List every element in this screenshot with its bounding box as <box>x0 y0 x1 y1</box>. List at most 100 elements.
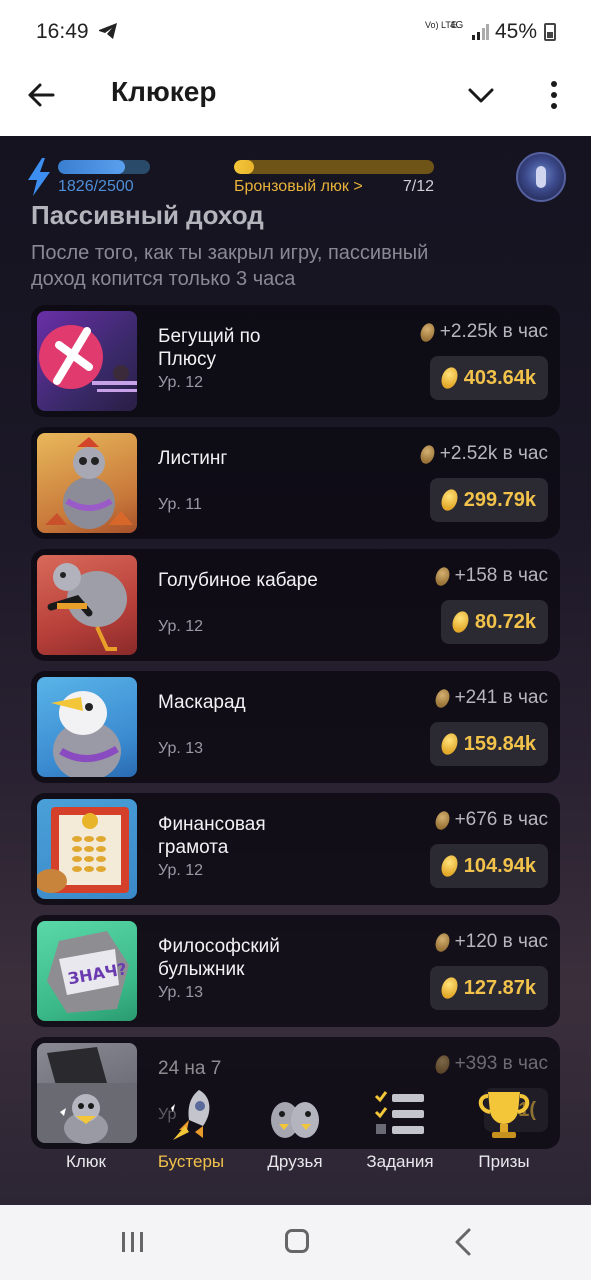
signal-icon <box>472 24 489 40</box>
back-arrow-icon[interactable] <box>26 80 56 110</box>
nav-label: Задания <box>366 1152 434 1171</box>
booster-card[interactable]: Бегущий по Плюсу Ур. 12 +2.25k в час 403… <box>31 305 560 417</box>
nav-item-kluk[interactable]: Клюк <box>31 1076 141 1196</box>
income-rate-text: +2.52k в час <box>439 443 548 464</box>
section-description: После того, как ты закрыл игру, пассивны… <box>31 242 429 290</box>
status-bar: 16:49 Vo) LTE 4G 45% <box>0 0 591 62</box>
gold-seed-icon <box>438 731 461 757</box>
nav-label: Бустеры <box>157 1152 225 1171</box>
chevron-down-icon[interactable] <box>466 84 496 106</box>
telegram-icon <box>99 23 117 39</box>
nav-item-tasks[interactable]: Задания <box>345 1076 455 1196</box>
gold-seed-icon <box>449 609 472 635</box>
income-rate: +241 в час <box>432 686 548 710</box>
battery-percent: 45% <box>495 20 538 43</box>
price-text: 127.87k <box>463 976 536 999</box>
booster-name: Листинг <box>158 448 228 469</box>
lightning-icon <box>28 158 50 196</box>
seed-icon <box>432 686 452 710</box>
nav-item-boosters[interactable]: Бустеры <box>136 1076 246 1196</box>
section-title: Пассивный доход <box>31 200 264 230</box>
seed-icon <box>432 808 452 832</box>
booster-card[interactable]: ЗНАЧ? Философский булыжник Ур. 13 +120 в… <box>31 915 560 1027</box>
tasks-icon <box>374 1091 424 1134</box>
booster-image <box>37 555 137 655</box>
booster-card[interactable]: Листинг Ур. 11 +2.52k в час 299.79k <box>31 427 560 539</box>
game-screen: 1826/2500 Бронзовый люк > 7/12 Пассивный… <box>0 136 591 1205</box>
booster-image <box>37 677 137 777</box>
booster-image <box>37 311 137 411</box>
buy-button[interactable]: 104.94k <box>429 844 548 888</box>
income-rate-text: +241 в час <box>454 687 548 708</box>
booster-card[interactable]: Маскарад Ур. 13 +241 в час 159.84k <box>31 671 560 783</box>
buy-button[interactable]: 403.64k <box>429 356 548 400</box>
energy-bar <box>58 160 150 174</box>
nav-label: Призы <box>478 1152 530 1171</box>
rank-progress-fill <box>234 160 254 174</box>
booster-level: Ур. 13 <box>158 984 204 1001</box>
buy-button[interactable]: 127.87k <box>429 966 548 1010</box>
seed-icon <box>417 442 437 466</box>
energy-bar-fill <box>58 160 126 174</box>
buy-button[interactable]: 299.79k <box>429 478 548 522</box>
booster-name: Философский булыжник <box>158 936 280 980</box>
income-rate-text: +158 в час <box>454 565 548 586</box>
booster-name: Бегущий по Плюсу <box>158 326 261 370</box>
bottom-navigation: Клюк Бустеры Друзья Задания Призы <box>0 1076 591 1196</box>
pigeon-icon <box>60 1094 108 1144</box>
booster-image <box>37 799 137 899</box>
income-rate: +2.25k в час <box>417 320 548 344</box>
recent-apps-icon[interactable] <box>120 1231 146 1253</box>
gold-seed-icon <box>438 365 461 391</box>
system-back-icon[interactable] <box>454 1228 472 1256</box>
income-rate: +393 в час <box>432 1052 548 1076</box>
income-rate-text: +2.25k в час <box>439 321 548 342</box>
booster-level: Ур. 13 <box>158 740 204 757</box>
booster-level: Ур. 12 <box>158 374 204 391</box>
booster-name: Голубиное кабаре <box>158 570 318 591</box>
avatar[interactable] <box>516 152 566 202</box>
booster-card[interactable]: Голубиное кабаре Ур. 12 +158 в час 80.72… <box>31 549 560 661</box>
gold-seed-icon <box>438 975 461 1001</box>
income-rate: +2.52k в час <box>417 442 548 466</box>
app-title: Клюкер <box>111 76 217 107</box>
seed-icon <box>417 320 437 344</box>
booster-name: Маскарад <box>158 692 246 713</box>
booster-level: Ур. 11 <box>158 496 202 513</box>
seed-icon <box>432 930 452 954</box>
booster-name: Финансовая грамота <box>158 814 266 858</box>
income-rate-text: +120 в час <box>454 931 548 952</box>
income-rate: +158 в час <box>432 564 548 588</box>
seed-icon <box>432 1052 452 1076</box>
booster-level: Ур. 12 <box>158 862 204 879</box>
friends-icon <box>271 1102 319 1138</box>
nav-item-friends[interactable]: Друзья <box>240 1076 350 1196</box>
rank-link[interactable]: Бронзовый люк > <box>234 178 363 196</box>
app-bar: Клюкер <box>0 62 591 136</box>
buy-button[interactable]: 159.84k <box>429 722 548 766</box>
income-rate: +120 в час <box>432 930 548 954</box>
more-options-icon[interactable] <box>542 78 566 112</box>
booster-image: ЗНАЧ? <box>37 921 137 1021</box>
booster-card[interactable]: Финансовая грамота Ур. 12 +676 в час 104… <box>31 793 560 905</box>
rocket-icon <box>171 1090 210 1140</box>
nav-item-prizes[interactable]: Призы <box>449 1076 559 1196</box>
price-text: 80.72k <box>474 610 536 633</box>
price-text: 299.79k <box>463 488 536 511</box>
booster-level: Ур. 12 <box>158 618 204 635</box>
price-text: 104.94k <box>463 854 536 877</box>
battery-icon <box>544 23 556 41</box>
buy-button[interactable]: 80.72k <box>440 600 548 644</box>
seed-icon <box>432 564 452 588</box>
status-time: 16:49 <box>36 20 89 43</box>
income-rate-text: +676 в час <box>454 809 548 830</box>
energy-counter: 1826/2500 <box>58 178 134 195</box>
income-rate-text: +393 в час <box>454 1053 548 1074</box>
home-icon[interactable] <box>285 1229 309 1253</box>
network-type-label: 4G <box>450 20 464 31</box>
nav-label: Клюк <box>65 1152 106 1171</box>
price-text: 159.84k <box>463 732 536 755</box>
nav-label: Друзья <box>267 1152 323 1171</box>
trophy-icon <box>478 1092 530 1138</box>
price-text: 403.64k <box>463 366 536 389</box>
